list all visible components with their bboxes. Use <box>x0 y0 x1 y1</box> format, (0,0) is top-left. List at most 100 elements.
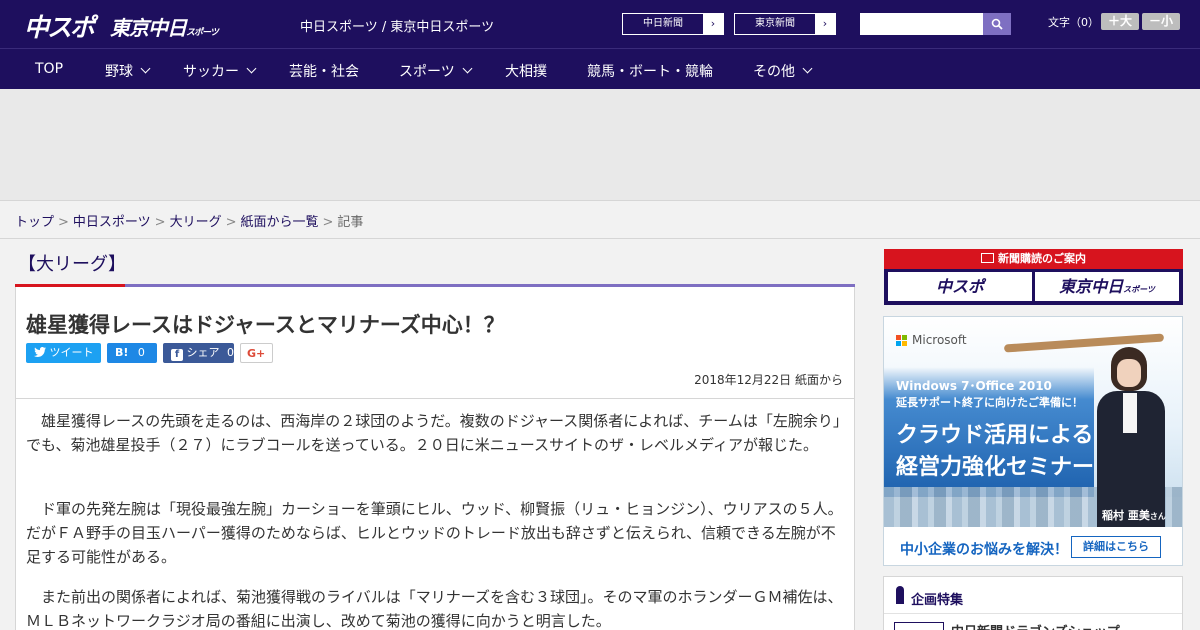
feature-divider <box>884 613 1182 614</box>
search-button[interactable] <box>983 13 1011 35</box>
hatena-count: 0 <box>137 346 145 359</box>
sidebar-ad-banner[interactable]: Microsoft Windows 7･Office 2010 延長サポート終了… <box>883 316 1183 566</box>
chunichi-shimbun-link[interactable]: 中日新聞 › <box>622 13 724 35</box>
ad-line-1: Windows 7･Office 2010 <box>896 379 1052 393</box>
hatena-bookmark-button[interactable]: B! 0 <box>107 343 157 363</box>
nav-item-sports[interactable]: スポーツ <box>399 61 473 81</box>
ad-line-3: クラウド活用による <box>896 423 1094 448</box>
search-icon <box>991 18 1003 30</box>
tokyo-chunichi-logo-small: スポーツ <box>186 28 219 38</box>
chevron-down-icon <box>246 63 257 74</box>
nav-item-label: その他 <box>753 64 795 80</box>
chevron-down-icon <box>140 63 151 74</box>
facebook-share-count: 0 <box>227 346 234 359</box>
newspaper-icon <box>981 253 994 263</box>
ad-brand: Microsoft <box>912 333 967 347</box>
top-ad-area <box>0 89 1200 201</box>
subscription-heading[interactable]: 新聞購読のご案内 <box>884 249 1183 269</box>
nav-item-sumo[interactable]: 大相撲 <box>505 61 547 81</box>
chunichi-shimbun-label: 中日新聞 <box>643 18 683 29</box>
article-divider <box>15 398 855 399</box>
facebook-icon: f <box>171 349 183 361</box>
subscribe-chuspo-button[interactable]: 中スポ <box>888 272 1032 301</box>
breadcrumb-separator: > <box>225 215 237 230</box>
article-date: 2018年12月22日 紙面から <box>694 373 843 387</box>
breadcrumb-separator: > <box>58 215 69 230</box>
nav-item-baseball[interactable]: 野球 <box>105 61 151 81</box>
feature-title: 企画特集 <box>911 593 964 608</box>
nav-item-top[interactable]: TOP <box>35 61 63 77</box>
chevron-right-icon: › <box>703 14 723 34</box>
nav-item-keiba[interactable]: 競馬・ボート・競輪 <box>587 61 713 81</box>
breadcrumb-separator: > <box>154 215 166 230</box>
top-header: 中スポ 東京中日スポーツ 中日スポーツ / 東京中日スポーツ 中日新聞 › 東京… <box>0 0 1200 48</box>
chevron-down-icon <box>462 63 473 74</box>
ms-logo-blue <box>896 341 901 346</box>
breadcrumb: トップ > 中日スポーツ > 大リーグ > 紙面から一覧 > 記事 <box>15 211 363 230</box>
site-title[interactable]: 中日スポーツ / 東京中日スポーツ <box>300 16 494 35</box>
nav-item-soccer[interactable]: サッカー <box>183 61 257 81</box>
nav-item-entertainment[interactable]: 芸能・社会 <box>289 61 359 81</box>
category-title: 【大リーグ】 <box>18 254 126 275</box>
breadcrumb-print-list[interactable]: 紙面から一覧 <box>241 215 319 230</box>
nav-item-label: 芸能・社会 <box>289 64 359 80</box>
ad-footer: 中小企業のお悩みを解決！ 詳細はこちら <box>884 527 1182 565</box>
tokyo-shimbun-link[interactable]: 東京新聞 › <box>734 13 836 35</box>
ad-person-face <box>1117 359 1141 387</box>
subscribe-tokyo-chunichi-label: 東京中日 <box>1059 277 1124 296</box>
hatena-icon: B! <box>115 346 129 359</box>
subscribe-tokyo-chunichi-small: スポーツ <box>1123 285 1155 294</box>
chevron-right-icon: › <box>815 14 835 34</box>
ms-logo-green <box>902 335 907 340</box>
font-smaller-button[interactable]: －小 <box>1142 13 1180 30</box>
ad-line-4: 経営力強化セミナー <box>896 455 1095 480</box>
subscription-box: 新聞購読のご案内 中スポ 東京中日スポーツ <box>884 249 1183 305</box>
microsoft-logo-icon <box>896 335 908 347</box>
tweet-button[interactable]: ツイート <box>26 343 101 363</box>
ad-line-2: 延長サポート終了に向けたご準備に！ <box>896 396 1083 409</box>
chevron-down-icon <box>802 63 813 74</box>
article-paragraph: また前出の関係者によれば、菊池獲得戦のライバルは「マリナーズを含む３球団」。その… <box>26 588 843 630</box>
feature-item-dragons-shop[interactable]: 中日新聞ドラゴンズショップ <box>951 621 1120 630</box>
breadcrumb-separator: > <box>322 215 334 230</box>
nav-item-label: スポーツ <box>399 64 455 80</box>
nav-item-label: TOP <box>35 61 64 77</box>
chuspo-logo[interactable]: 中スポ <box>24 8 95 44</box>
nav-item-others[interactable]: その他 <box>753 61 813 81</box>
tokyo-shimbun-label: 東京新聞 <box>755 18 795 29</box>
ad-person-image <box>1089 337 1174 527</box>
nav-item-label: 野球 <box>105 64 133 80</box>
main-nav: TOP 野球 サッカー 芸能・社会 スポーツ 大相撲 競馬・ボート・競輪 その他 <box>0 48 1200 89</box>
facebook-share-label: シェア <box>186 346 220 359</box>
facebook-share-button[interactable]: f シェア 0 <box>163 343 234 363</box>
breadcrumb-divider <box>0 238 1200 239</box>
feature-thumbnail[interactable] <box>894 622 944 630</box>
subscription-heading-label: 新聞購読のご案内 <box>998 252 1086 265</box>
ad-footer-text: 中小企業のお悩みを解決！ <box>900 542 1068 558</box>
nav-item-label: 競馬・ボート・競輪 <box>587 64 713 80</box>
nav-item-label: サッカー <box>183 64 239 80</box>
breadcrumb-chunichi-sports[interactable]: 中日スポーツ <box>73 215 151 230</box>
ribbon-icon <box>896 586 904 604</box>
feature-box: 企画特集 中日新聞ドラゴンズショップ <box>883 576 1183 630</box>
ad-person-shirt <box>1123 393 1137 433</box>
search-input[interactable] <box>860 13 983 35</box>
tokyo-chunichi-logo-text: 東京中日 <box>110 16 187 40</box>
google-plus-button[interactable]: G+ <box>240 343 273 363</box>
nav-item-label: 大相撲 <box>505 64 547 80</box>
tokyo-chunichi-logo[interactable]: 東京中日スポーツ <box>110 12 219 41</box>
article-paragraph: 雄星獲得レースの先頭を走るのは、西海岸の２球団のようだ。複数のドジャース関係者に… <box>26 412 841 454</box>
article-headline: 雄星獲得レースはドジャースとマリナーズ中心！？ <box>26 313 505 337</box>
font-bigger-button[interactable]: ＋大 <box>1101 13 1139 30</box>
tweet-label: ツイート <box>49 346 94 359</box>
ms-logo-yellow <box>902 341 907 346</box>
ad-person-name-text: 稲村 亜美 <box>1102 509 1150 522</box>
subscribe-tokyo-chunichi-button[interactable]: 東京中日スポーツ <box>1035 272 1179 301</box>
breadcrumb-current: 記事 <box>337 215 364 230</box>
ad-person-suffix: さん <box>1149 512 1166 521</box>
breadcrumb-top[interactable]: トップ <box>15 215 54 230</box>
ad-person-name: 稲村 亜美さん <box>1102 507 1166 523</box>
ad-details-button[interactable]: 詳細はこちら <box>1071 536 1161 558</box>
ms-logo-red <box>896 335 901 340</box>
breadcrumb-mlb[interactable]: 大リーグ <box>170 215 222 230</box>
